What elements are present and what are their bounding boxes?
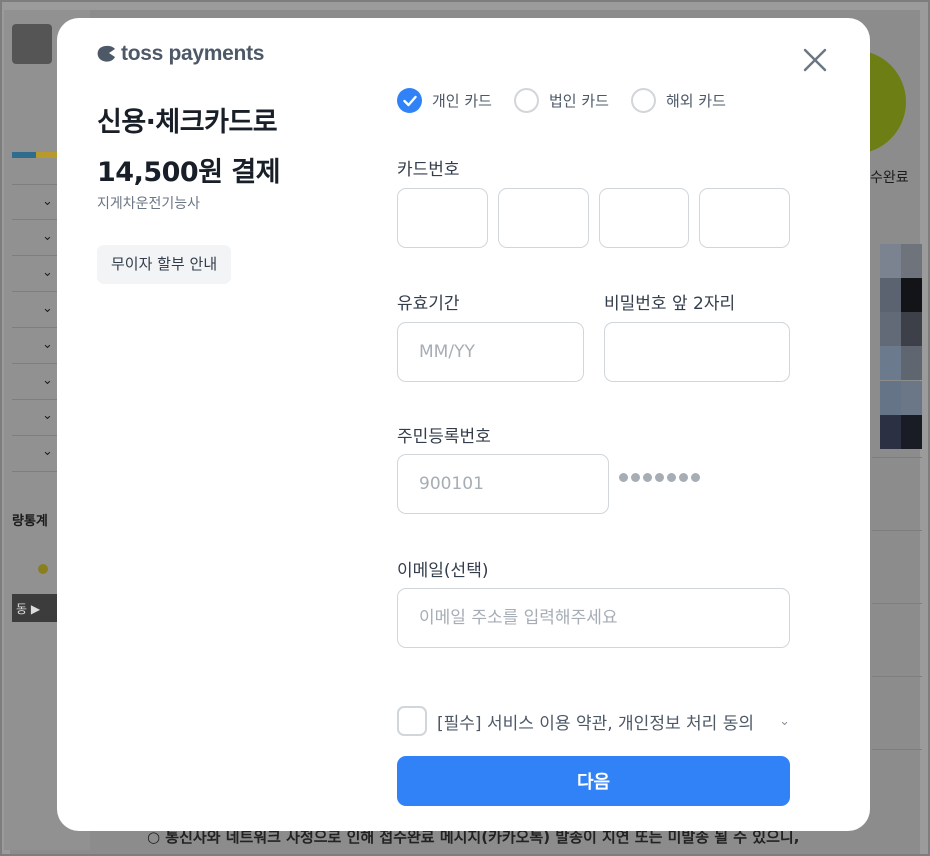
chevron-down-icon[interactable]: ⌄ [779,714,790,729]
card-number-label: 카드번호 [397,160,460,180]
card-type-radio-group: 개인 카드 법인 카드 해외 카드 [397,88,748,113]
background-divider [12,363,60,364]
merchant-name: 지게차운전기능사 [97,196,201,212]
background-mosaic-image [880,244,922,449]
card-number-input-3[interactable] [599,188,689,248]
chevron-down-icon: ⌄ [42,444,53,459]
terms-checkbox[interactable] [397,706,427,736]
chevron-down-icon: ⌄ [42,194,53,209]
chevron-down-icon: ⌄ [42,229,53,244]
background-divider [872,530,922,531]
payment-modal: toss payments 신용·체크카드로 14,500원 결제 지게차운전기… [57,18,870,831]
background-divider [12,255,60,256]
resident-number-label: 주민등록번호 [397,427,491,447]
card-password-label: 비밀번호 앞 2자리 [604,294,736,314]
email-label: 이메일(선택) [397,561,489,581]
background-divider [872,749,922,750]
radio-circle [630,88,656,113]
installment-info-button[interactable]: 무이자 할부 안내 [97,245,232,284]
radio-overseas-card[interactable]: 해외 카드 [630,88,726,113]
radio-circle [513,88,539,113]
expiry-label: 유효기간 [397,294,460,314]
background-divider [872,676,922,677]
card-number-input-4[interactable] [699,188,790,248]
background-stat-label: 량통계 [12,514,48,529]
expiry-input[interactable] [397,322,584,382]
terms-agreement[interactable]: [필수] 서비스 이용 약관, 개인정보 처리 동의 ⌄ [397,706,790,736]
payment-title: 신용·체크카드로 14,500원 결제 [97,98,281,198]
logo-text: toss payments [121,42,265,65]
chevron-down-icon: ⌄ [42,301,53,316]
background-divider [12,471,60,472]
chevron-down-icon: ⌄ [42,265,53,280]
toss-logo-icon [97,45,115,62]
background-divider [12,327,60,328]
background-button [12,24,52,64]
chevron-down-icon: ⌄ [42,373,53,388]
radio-label: 법인 카드 [548,92,609,110]
background-divider [872,603,922,604]
title-method: 신용·체크카드로 [97,107,278,138]
background-divider [12,399,60,400]
next-button[interactable]: 다음 [397,756,790,806]
toss-payments-logo: toss payments [97,42,264,66]
radio-personal-card[interactable]: 개인 카드 [397,88,492,113]
background-divider [872,457,922,458]
background-chart-dot [38,564,48,574]
card-number-input-2[interactable] [498,188,589,248]
background-divider [12,184,60,185]
background-link-button: 동 ▶ [12,594,60,622]
card-password-input[interactable] [604,322,790,382]
card-number-input-1[interactable] [397,188,488,248]
background-divider [12,435,60,436]
terms-text: [필수] 서비스 이용 약관, 개인정보 처리 동의 [437,713,754,734]
radio-label: 해외 카드 [665,92,726,110]
background-divider [12,291,60,292]
background-status-text: 수완료 [870,170,909,186]
close-icon[interactable] [801,46,829,74]
email-input[interactable] [397,588,790,648]
check-icon [397,88,422,113]
background-divider [12,219,60,220]
radio-label: 개인 카드 [432,92,492,110]
resident-number-mask [619,473,700,482]
chevron-down-icon: ⌄ [42,337,53,352]
radio-corporate-card[interactable]: 법인 카드 [513,88,609,113]
chevron-down-icon: ⌄ [42,408,53,423]
title-amount: 14,500원 결제 [97,157,281,188]
background-stripe [12,152,60,158]
resident-number-input[interactable] [397,454,609,514]
